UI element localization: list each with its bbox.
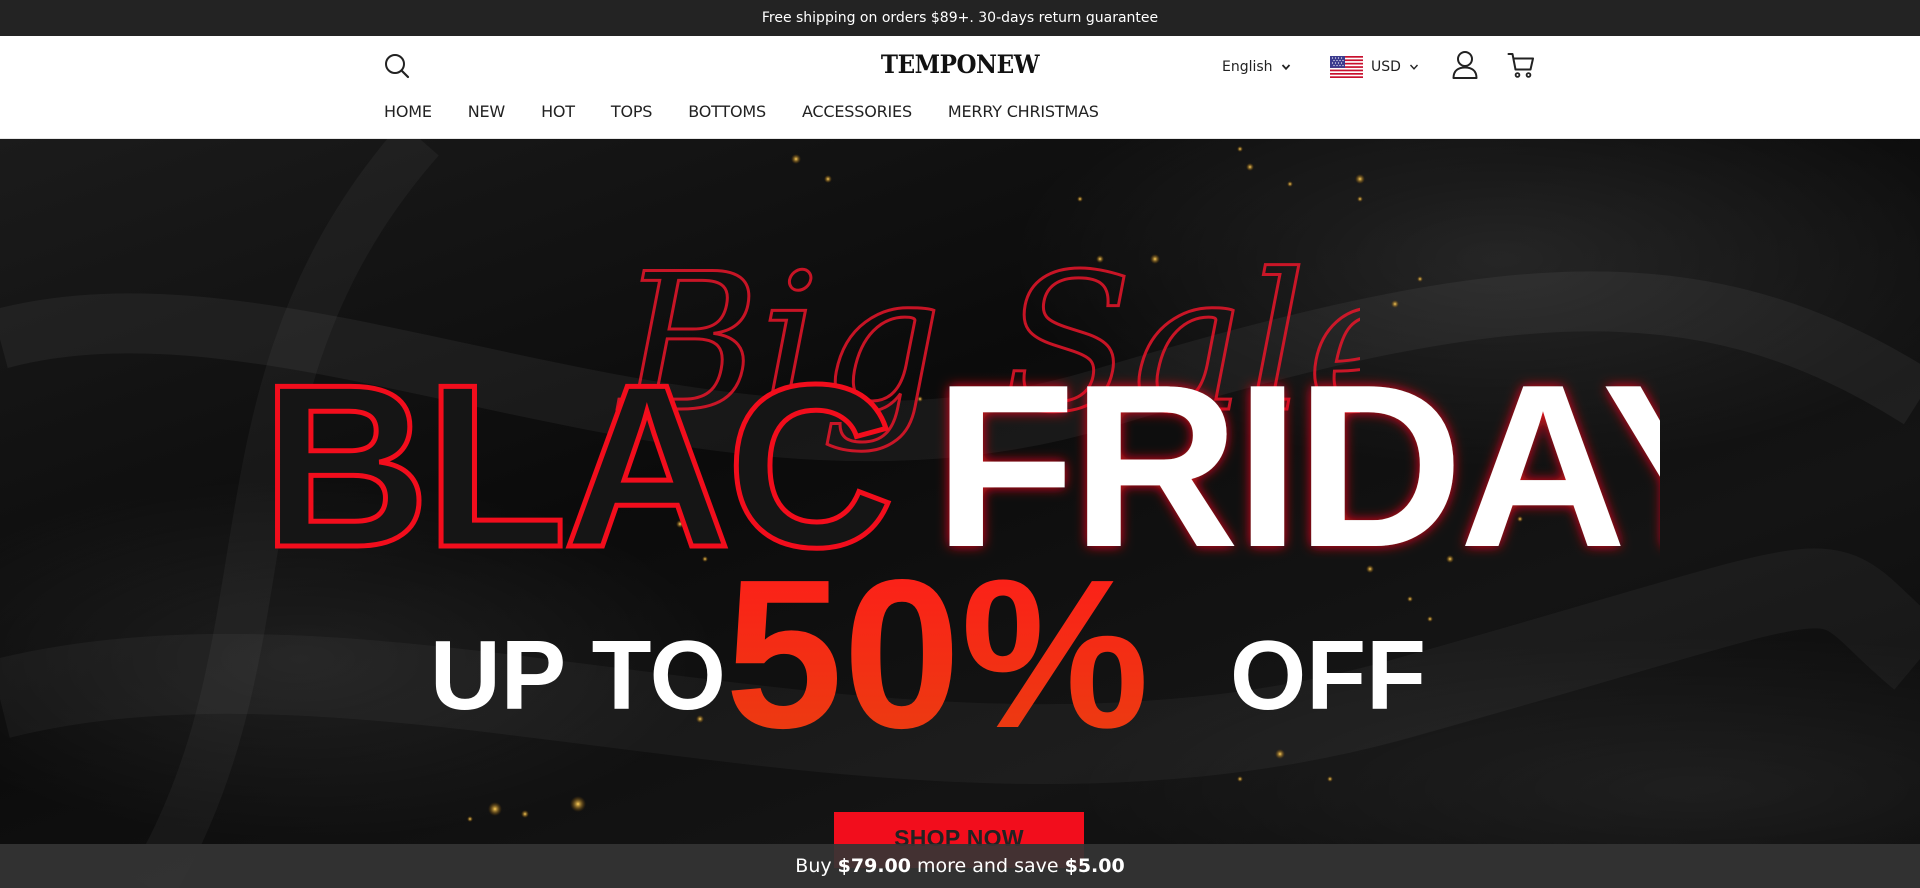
us-flag-icon <box>1330 56 1363 78</box>
nav-item-hot[interactable]: HOT <box>541 102 575 121</box>
language-label: English <box>1222 59 1273 75</box>
nav-item-merry-christmas[interactable]: MERRY CHRISTMAS <box>948 102 1099 121</box>
chevron-down-icon <box>1409 64 1418 70</box>
promo-value: 50% <box>725 559 1149 759</box>
offer-middle: more and save <box>910 855 1065 877</box>
account-button[interactable] <box>1451 50 1479 80</box>
cart-icon <box>1507 53 1534 78</box>
promo-suffix: OFF <box>1230 620 1426 730</box>
site-header: TEMPONEW English USD HOME NEW HOT TOPS B… <box>0 36 1920 139</box>
nav-item-tops[interactable]: TOPS <box>611 102 653 121</box>
chevron-down-icon <box>1281 64 1290 71</box>
currency-label: USD <box>1371 59 1401 75</box>
cart-button[interactable] <box>1507 51 1535 79</box>
offer-saving: $5.00 <box>1064 855 1125 877</box>
nav-item-bottoms[interactable]: BOTTOMS <box>688 102 766 121</box>
promo-line: UP TO 50% OFF <box>430 559 1426 759</box>
offer-prefix: Buy <box>795 855 838 877</box>
headline-black: BLACK <box>260 335 899 565</box>
headline-friday: FRIDAY <box>934 337 1660 564</box>
currency-selector[interactable]: USD <box>1330 54 1419 80</box>
language-selector[interactable]: English <box>1222 56 1291 78</box>
free-shipping-offer-bar: Buy $79.00 more and save $5.00 <box>0 844 1920 888</box>
headline-right-text: FRIDAY <box>934 337 1660 564</box>
announcement-bar: Free shipping on orders $89+. 30-days re… <box>0 0 1920 36</box>
site-logo[interactable]: TEMPONEW <box>77 50 1843 79</box>
nav-item-new[interactable]: NEW <box>468 102 506 121</box>
main-nav: HOME NEW HOT TOPS BOTTOMS ACCESSORIES ME… <box>384 99 1135 123</box>
user-icon <box>1452 51 1478 79</box>
promo-prefix: UP TO <box>430 620 726 730</box>
announcement-text: Free shipping on orders $89+. 30-days re… <box>761 10 1159 26</box>
hero-banner[interactable]: Big Sale BLACK FRIDAY UP TO 50% OFF SHOP… <box>0 139 1920 888</box>
offer-threshold: $79.00 <box>837 855 911 877</box>
headline-left-text: BLACK <box>262 337 898 564</box>
nav-item-home[interactable]: HOME <box>384 102 432 121</box>
nav-item-accessories[interactable]: ACCESSORIES <box>802 102 912 121</box>
